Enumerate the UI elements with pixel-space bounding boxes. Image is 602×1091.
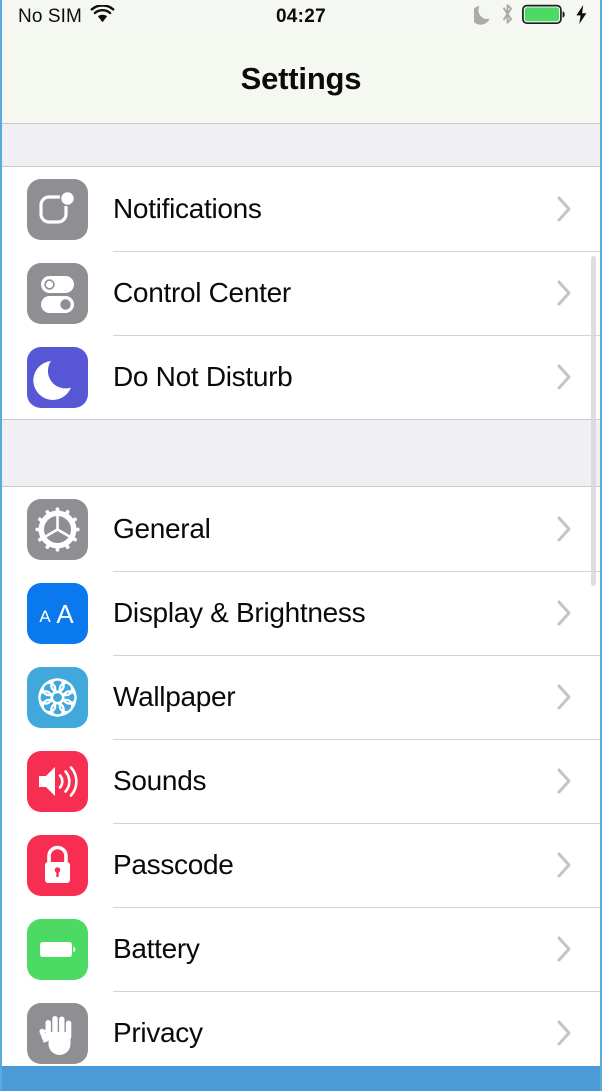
- group-spacer-top: [2, 124, 600, 167]
- group-spacer-middle: [2, 419, 600, 487]
- settings-row-general[interactable]: General: [2, 487, 600, 571]
- settings-row-battery[interactable]: Battery: [2, 907, 600, 991]
- wifi-icon: [90, 3, 115, 30]
- settings-table-view[interactable]: Notifications Control Center Do Not Dist…: [2, 124, 600, 1066]
- settings-row-control-center[interactable]: Control Center: [2, 251, 600, 335]
- settings-row-notifications[interactable]: Notifications: [2, 167, 600, 251]
- settings-row-label: Passcode: [113, 849, 234, 880]
- moon-icon: [471, 4, 493, 31]
- settings-row-sounds[interactable]: Sounds: [2, 739, 600, 823]
- speaker-icon: [27, 750, 88, 812]
- settings-row-label: Wallpaper: [113, 681, 236, 712]
- flower-icon: [27, 666, 88, 728]
- moon-icon: [27, 346, 88, 408]
- chevron-right-icon: [556, 599, 572, 627]
- settings-row-privacy[interactable]: Privacy: [2, 991, 600, 1066]
- control-center-icon: [27, 262, 88, 324]
- bluetooth-icon: [500, 3, 515, 31]
- settings-group-1: Notifications Control Center Do Not Dist…: [2, 167, 600, 419]
- settings-row-label: General: [113, 513, 211, 544]
- settings-row-label: Display & Brightness: [113, 597, 366, 628]
- settings-row-do-not-disturb[interactable]: Do Not Disturb: [2, 335, 600, 419]
- navigation-bar: Settings: [2, 34, 600, 124]
- status-bar-left: No SIM: [18, 3, 115, 30]
- svg-text:A: A: [56, 599, 74, 629]
- chevron-right-icon: [556, 1019, 572, 1047]
- battery-icon: [27, 918, 88, 980]
- gear-icon: [27, 498, 88, 560]
- chevron-right-icon: [556, 851, 572, 879]
- svg-text:A: A: [39, 607, 51, 626]
- text-size-icon: A A: [27, 582, 88, 644]
- chevron-right-icon: [556, 935, 572, 963]
- settings-row-label: Sounds: [113, 765, 207, 796]
- settings-row-label: Do Not Disturb: [113, 361, 293, 392]
- settings-row-passcode[interactable]: Passcode: [2, 823, 600, 907]
- battery-full-icon: [522, 4, 568, 31]
- settings-row-wallpaper[interactable]: Wallpaper: [2, 655, 600, 739]
- settings-row-label: Privacy: [113, 1017, 203, 1048]
- lightning-bolt-icon: [575, 4, 588, 31]
- vertical-scrollbar[interactable]: [591, 256, 596, 586]
- bottom-bar: [2, 1066, 600, 1091]
- iphone-screen: No SIM 04:27 Settings Notifications Cont…: [0, 0, 602, 1091]
- notifications-icon: [27, 178, 88, 240]
- chevron-right-icon: [556, 683, 572, 711]
- page-title: Settings: [240, 60, 362, 96]
- lock-icon: [27, 834, 88, 896]
- settings-row-label: Control Center: [113, 277, 291, 308]
- chevron-right-icon: [556, 195, 572, 223]
- settings-row-label: Battery: [113, 933, 200, 964]
- status-bar-right: [471, 3, 588, 31]
- carrier-label: No SIM: [18, 6, 82, 27]
- hand-icon: [27, 1002, 88, 1064]
- chevron-right-icon: [556, 363, 572, 391]
- chevron-right-icon: [556, 515, 572, 543]
- settings-group-2: General A A Display & Brightness Wallpap…: [2, 487, 600, 1066]
- chevron-right-icon: [556, 279, 572, 307]
- chevron-right-icon: [556, 767, 572, 795]
- settings-row-label: Notifications: [113, 193, 262, 224]
- settings-row-display-brightness[interactable]: A A Display & Brightness: [2, 571, 600, 655]
- status-bar: No SIM 04:27: [2, 0, 600, 34]
